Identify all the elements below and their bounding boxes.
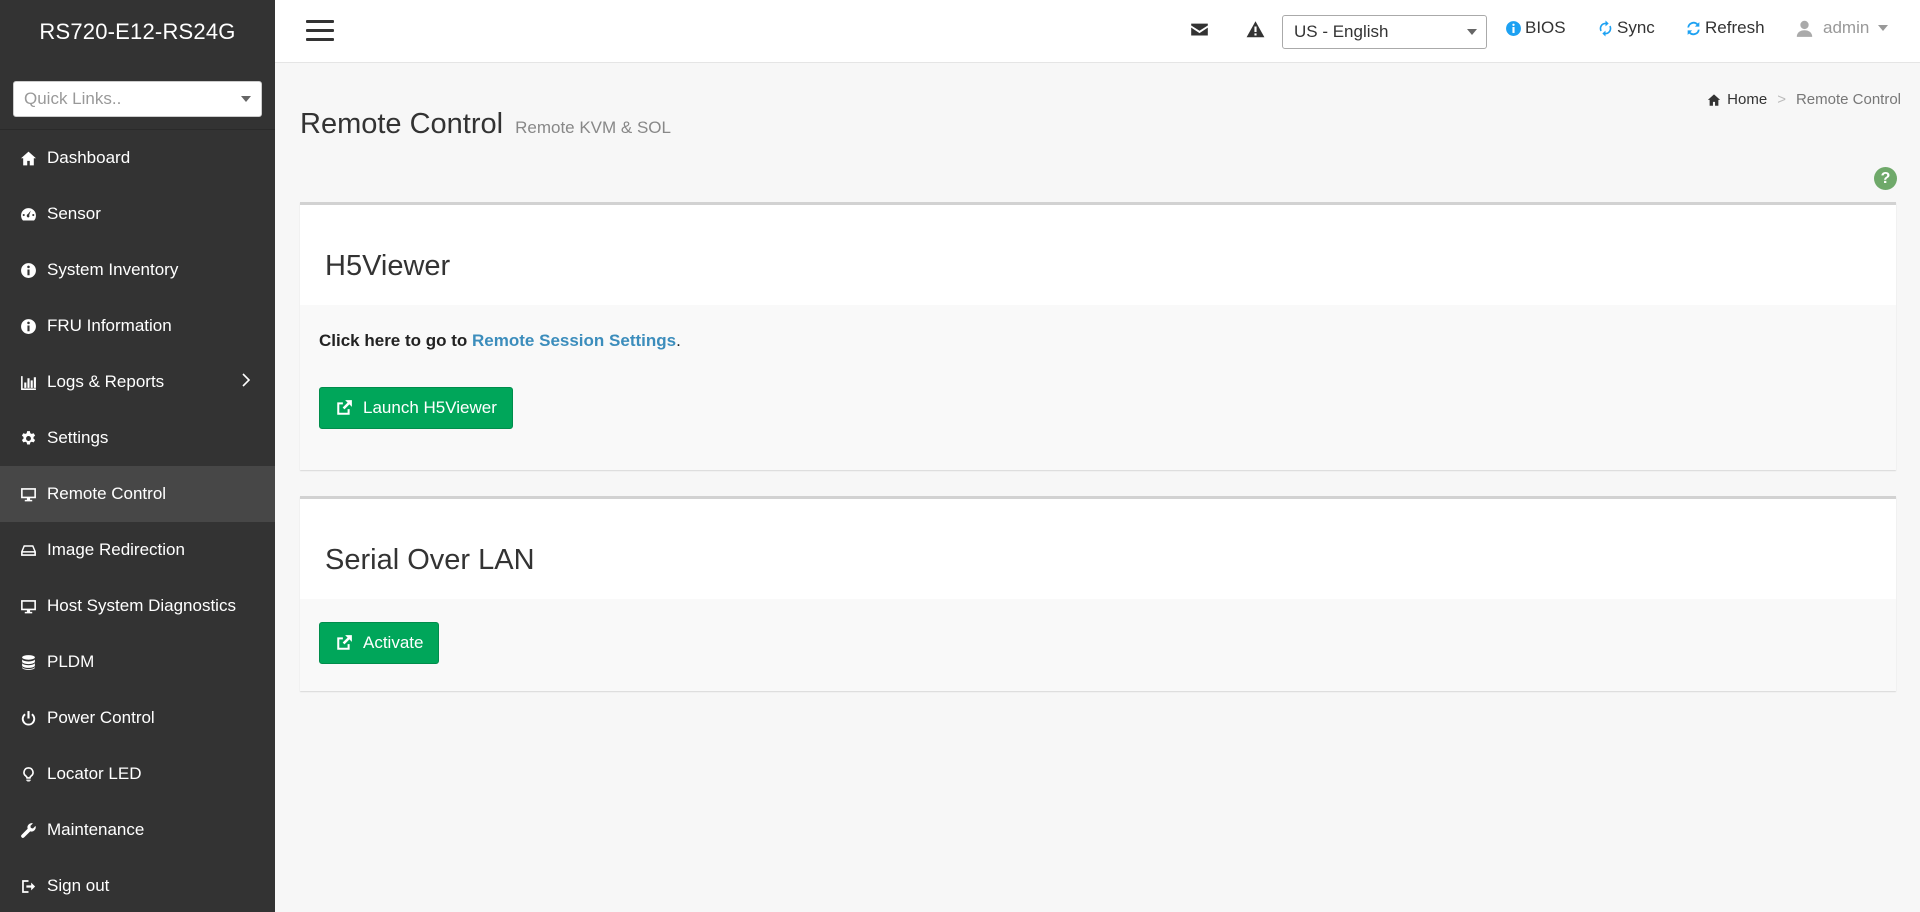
sidebar-item-label: Dashboard (47, 148, 131, 167)
page-title: Remote Control Remote KVM & SOL (300, 108, 671, 141)
sidebar-item-label: Logs & Reports (47, 372, 165, 391)
user-menu[interactable]: admin (1795, 18, 1889, 38)
remote-session-note: Click here to go to Remote Session Setti… (319, 305, 1877, 351)
chevron-down-icon (1878, 25, 1889, 31)
desktop-icon (18, 484, 38, 504)
breadcrumb-separator: > (1777, 91, 1786, 108)
sidebar-item-system-inventory[interactable]: System Inventory (0, 242, 275, 298)
database-icon (18, 652, 38, 672)
menu-toggle-icon[interactable] (306, 20, 334, 42)
language-select-value: US - English (1294, 22, 1389, 41)
power-icon (18, 708, 38, 728)
refresh-icon (1687, 21, 1700, 35)
note-prefix: Click here to go to (319, 331, 473, 350)
sidebar-item-label: Sign out (47, 876, 110, 895)
user-icon (1796, 20, 1813, 37)
sidebar-menu: Dashboard Sensor System Inventory FRU In… (0, 130, 275, 912)
bios-label: BIOS (1525, 18, 1566, 37)
desktop-icon (18, 596, 38, 616)
sidebar-item-label: Maintenance (47, 820, 145, 839)
drive-icon (18, 540, 38, 560)
sidebar-item-settings[interactable]: Settings (0, 410, 275, 466)
sidebar-item-maintenance[interactable]: Maintenance (0, 802, 275, 858)
refresh-link[interactable]: Refresh (1685, 18, 1765, 38)
sol-header: Serial Over LAN (300, 499, 1896, 599)
sidebar-item-label: Host System Diagnostics (47, 596, 236, 615)
activate-label: Activate (363, 633, 424, 652)
remote-session-settings-link[interactable]: Remote Session Settings (472, 331, 676, 350)
activate-button[interactable]: Activate (319, 622, 440, 664)
sidebar: RS720-E12-RS24G Quick Links.. Dashboard … (0, 0, 275, 912)
quick-links-select[interactable]: Quick Links.. (13, 81, 262, 117)
breadcrumb-home[interactable]: Home (1707, 91, 1767, 108)
sidebar-item-label: Power Control (47, 708, 155, 727)
sidebar-item-label: Settings (47, 428, 109, 447)
chevron-down-icon (1467, 29, 1477, 35)
sidebar-item-label: Sensor (47, 204, 101, 223)
sidebar-item-sign-out[interactable]: Sign out (0, 858, 275, 912)
top-header: US - English BIOS Sync Refresh admin (275, 0, 1920, 63)
refresh-label: Refresh (1705, 18, 1765, 37)
info-circle-icon (18, 260, 38, 280)
breadcrumb-current: Remote Control (1795, 91, 1901, 108)
sidebar-item-sensor[interactable]: Sensor (0, 186, 275, 242)
language-select[interactable]: US - English (1282, 15, 1487, 49)
quick-links-placeholder: Quick Links.. (24, 89, 122, 108)
note-suffix: . (676, 331, 681, 350)
home-icon (18, 148, 38, 168)
help-icon[interactable]: ? (1874, 167, 1897, 190)
sidebar-item-dashboard[interactable]: Dashboard (0, 130, 275, 186)
h5viewer-title: H5Viewer (325, 250, 451, 282)
info-circle-icon (18, 316, 38, 336)
sync-label: Sync (1617, 18, 1655, 37)
h5viewer-panel: H5Viewer Click here to go to Remote Sess… (300, 202, 1896, 470)
sidebar-item-locator-led[interactable]: Locator LED (0, 746, 275, 802)
sidebar-item-label: FRU Information (47, 316, 172, 335)
quick-links-wrapper: Quick Links.. (0, 63, 275, 130)
chevron-right-icon (241, 372, 251, 392)
sidebar-item-label: System Inventory (47, 260, 179, 279)
user-label: admin (1823, 18, 1870, 37)
sidebar-item-remote-control[interactable]: Remote Control (0, 466, 275, 522)
sidebar-item-power-control[interactable]: Power Control (0, 690, 275, 746)
sidebar-item-logs-reports[interactable]: Logs & Reports (0, 354, 275, 410)
sidebar-item-label: Image Redirection (47, 540, 185, 559)
sync-link[interactable]: Sync (1597, 18, 1655, 38)
launch-h5viewer-button[interactable]: Launch H5Viewer (319, 387, 513, 429)
envelope-icon[interactable] (1190, 20, 1209, 44)
sidebar-item-fru-information[interactable]: FRU Information (0, 298, 275, 354)
sign-out-icon (18, 876, 38, 896)
main-content: Remote Control Remote KVM & SOL Home > R… (275, 63, 1920, 912)
h5viewer-body: Click here to go to Remote Session Setti… (300, 305, 1896, 470)
info-circle-icon (1506, 20, 1521, 36)
sidebar-item-label: Remote Control (47, 484, 167, 503)
sol-title: Serial Over LAN (325, 544, 535, 576)
sidebar-item-label: Locator LED (47, 764, 142, 783)
wrench-icon (18, 820, 38, 840)
bios-link[interactable]: BIOS (1505, 18, 1566, 38)
external-link-icon (337, 400, 352, 415)
sol-panel: Serial Over LAN Activate (300, 496, 1896, 691)
home-icon (1708, 93, 1721, 106)
brand-title: RS720-E12-RS24G (39, 18, 236, 44)
chevron-down-icon (241, 96, 251, 102)
gear-icon (18, 428, 38, 448)
sync-icon (1599, 20, 1612, 36)
sidebar-item-label: PLDM (47, 652, 95, 671)
page-subtitle: Remote KVM & SOL (515, 118, 671, 137)
breadcrumb: Home > Remote Control (1707, 91, 1901, 108)
page-title-text: Remote Control (300, 108, 504, 140)
external-link-icon (337, 635, 352, 650)
dashboard-gauge-icon (18, 204, 38, 224)
h5viewer-header: H5Viewer (300, 205, 1896, 305)
breadcrumb-home-label: Home (1727, 91, 1768, 108)
sol-body: Activate (300, 599, 1896, 691)
bar-chart-icon (18, 372, 38, 392)
lightbulb-icon (18, 764, 38, 784)
sidebar-item-host-system-diagnostics[interactable]: Host System Diagnostics (0, 578, 275, 634)
launch-h5viewer-label: Launch H5Viewer (363, 398, 497, 417)
sidebar-item-pldm[interactable]: PLDM (0, 634, 275, 690)
warning-icon[interactable] (1246, 20, 1265, 44)
sidebar-item-image-redirection[interactable]: Image Redirection (0, 522, 275, 578)
